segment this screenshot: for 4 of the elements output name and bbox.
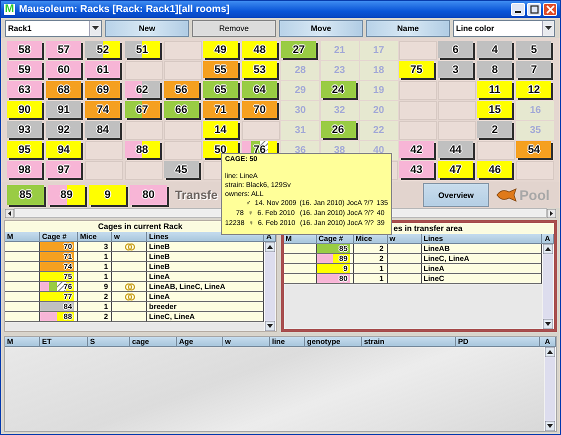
pool-label: Pool	[519, 187, 550, 203]
app-logo: M	[4, 4, 15, 15]
window-title: Mausoleum: Racks [Rack: Rack1][all rooms]	[19, 4, 231, 15]
transfer-label: Transfe	[175, 188, 218, 202]
